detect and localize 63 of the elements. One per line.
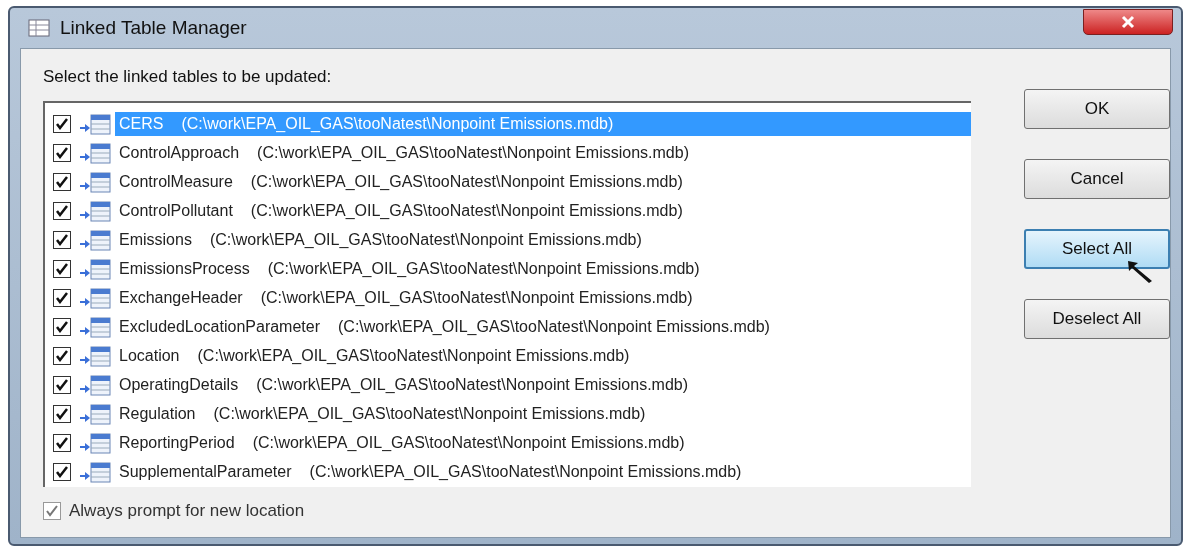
checkbox[interactable] [53, 114, 71, 133]
linked-table-icon [79, 112, 111, 135]
checkbox[interactable] [53, 433, 71, 452]
checkbox[interactable] [53, 346, 71, 365]
linked-table-icon [79, 344, 111, 367]
checkbox[interactable] [53, 201, 71, 220]
close-button[interactable] [1083, 9, 1173, 35]
checkbox[interactable] [53, 375, 71, 394]
window-title: Linked Table Manager [60, 17, 247, 39]
linked-table-icon [79, 315, 111, 338]
dialog-button[interactable]: Select All [1024, 229, 1170, 269]
linked-table-icon [79, 228, 111, 251]
linked-table-entry: Location (C:\work\EPA_OIL_GAS\tooNatest\Nonpoint Emissions.mdb) [118, 345, 631, 366]
checkbox[interactable] [53, 317, 71, 336]
linked-table-icon [79, 199, 111, 222]
linked-table-icon [79, 431, 111, 454]
linked-table-icon [79, 286, 111, 309]
dialog-button[interactable]: OK [1024, 89, 1170, 129]
table-list-item[interactable]: EmissionsProcess (C:\work\EPA_OIL_GAS\tooNatest\Nonpoint Emissions.mdb) [45, 254, 971, 283]
prompt-label: Select the linked tables to be updated: [43, 67, 333, 87]
linked-table-entry: Regulation (C:\work\EPA_OIL_GAS\tooNatest\Nonpoint Emissions.mdb) [118, 403, 647, 424]
linked-table-entry: OperatingDetails (C:\work\EPA_OIL_GAS\tooNatest\Nonpoint Emissions.mdb) [118, 374, 690, 395]
table-list-item[interactable]: ControlPollutant (C:\work\EPA_OIL_GAS\tooNatest\Nonpoint Emissions.mdb) [45, 196, 971, 225]
linked-table-icon [79, 257, 111, 280]
linked-table-entry: SupplementalParameter (C:\work\EPA_OIL_GAS\tooNatest\Nonpoint Emissions.mdb) [118, 461, 743, 482]
mouse-pointer-icon [1126, 259, 1154, 283]
checkbox-label: Always prompt for new location [69, 501, 305, 521]
table-list-item[interactable]: OperatingDetails (C:\work\EPA_OIL_GAS\tooNatest\Nonpoint Emissions.mdb) [45, 370, 971, 399]
linked-table-entry: ControlMeasure (C:\work\EPA_OIL_GAS\tooNatest\Nonpoint Emissions.mdb) [118, 171, 684, 192]
checkbox[interactable] [53, 404, 71, 423]
checkbox[interactable] [53, 143, 71, 162]
dialog-button[interactable]: Deselect All [1024, 299, 1170, 339]
checkbox[interactable] [53, 462, 71, 481]
linked-table-icon [79, 373, 111, 396]
table-list-item[interactable]: SupplementalParameter (C:\work\EPA_OIL_GAS\tooNatest\Nonpoint Emissions.mdb) [45, 457, 971, 486]
linked-table-entry: ControlApproach (C:\work\EPA_OIL_GAS\tooNatest\Nonpoint Emissions.mdb) [118, 142, 690, 163]
table-list-item[interactable]: Location (C:\work\EPA_OIL_GAS\tooNatest\Nonpoint Emissions.mdb) [45, 341, 971, 370]
table-list-item[interactable]: ExcludedLocationParameter (C:\work\EPA_OIL_GAS\tooNatest\Nonpoint Emissions.mdb) [45, 312, 971, 341]
linked-table-entry: CERS (C:\work\EPA_OIL_GAS\tooNatest\Nonpoint Emissions.mdb) [115, 111, 971, 136]
linked-table-icon [79, 141, 111, 164]
linked-table-entry: ControlPollutant (C:\work\EPA_OIL_GAS\tooNatest\Nonpoint Emissions.mdb) [118, 200, 684, 221]
checkbox[interactable] [53, 172, 71, 191]
table-icon [28, 19, 50, 37]
linked-table-icon [79, 170, 111, 193]
table-list-item[interactable]: ExchangeHeader (C:\work\EPA_OIL_GAS\tooNatest\Nonpoint Emissions.mdb) [45, 283, 971, 312]
table-list-item[interactable]: Regulation (C:\work\EPA_OIL_GAS\tooNatest\Nonpoint Emissions.mdb) [45, 399, 971, 428]
table-list-item[interactable]: ReportingPeriod (C:\work\EPA_OIL_GAS\tooNatest\Nonpoint Emissions.mdb) [45, 428, 971, 457]
linked-table-icon [79, 460, 111, 483]
table-list-item[interactable]: ControlMeasure (C:\work\EPA_OIL_GAS\tooNatest\Nonpoint Emissions.mdb) [45, 167, 971, 196]
checkbox[interactable] [43, 502, 61, 520]
linked-table-entry: ReportingPeriod (C:\work\EPA_OIL_GAS\tooNatest\Nonpoint Emissions.mdb) [118, 432, 686, 453]
linked-table-entry: EmissionsProcess (C:\work\EPA_OIL_GAS\tooNatest\Nonpoint Emissions.mdb) [118, 258, 701, 279]
checkbox[interactable] [53, 230, 71, 249]
linked-table-entry: ExchangeHeader (C:\work\EPA_OIL_GAS\tooNatest\Nonpoint Emissions.mdb) [118, 287, 694, 308]
checkbox[interactable] [53, 288, 71, 307]
checkbox[interactable] [53, 259, 71, 278]
linked-table-entry: ExcludedLocationParameter (C:\work\EPA_OIL_GAS\tooNatest\Nonpoint Emissions.mdb) [118, 316, 771, 337]
linked-table-icon [79, 402, 111, 425]
table-list-item[interactable]: ControlApproach (C:\work\EPA_OIL_GAS\tooNatest\Nonpoint Emissions.mdb) [45, 138, 971, 167]
dialog-button[interactable]: Cancel [1024, 159, 1170, 199]
close-icon [1120, 15, 1136, 29]
table-list-item[interactable]: Emissions (C:\work\EPA_OIL_GAS\tooNatest\Nonpoint Emissions.mdb) [45, 225, 971, 254]
linked-table-entry: Emissions (C:\work\EPA_OIL_GAS\tooNatest\Nonpoint Emissions.mdb) [118, 229, 643, 250]
